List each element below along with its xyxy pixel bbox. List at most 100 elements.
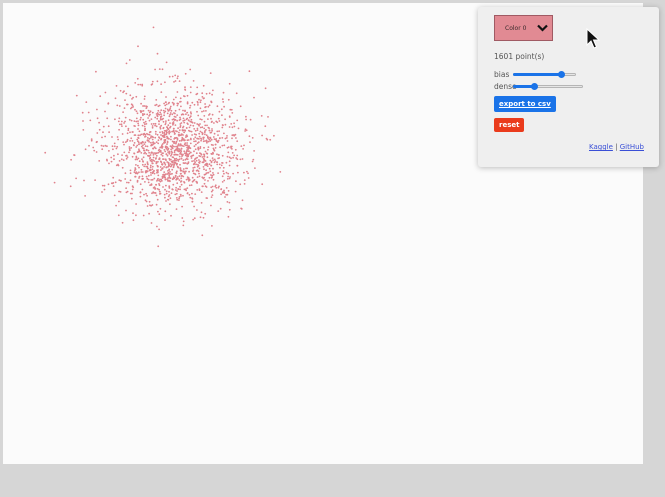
export-csv-button[interactable]: export to csv xyxy=(494,96,556,112)
data-point xyxy=(148,212,151,215)
data-point xyxy=(140,168,143,171)
data-point xyxy=(155,154,158,157)
data-point xyxy=(196,92,199,95)
data-point xyxy=(102,145,105,148)
data-point xyxy=(151,111,154,114)
data-point xyxy=(163,171,166,174)
data-point xyxy=(194,140,197,143)
data-point xyxy=(107,102,110,105)
data-point xyxy=(199,152,201,155)
data-point xyxy=(190,184,193,187)
data-point xyxy=(164,178,167,181)
data-point xyxy=(180,180,183,183)
data-point xyxy=(142,156,145,159)
data-point xyxy=(186,111,189,114)
data-point xyxy=(198,124,201,127)
data-point xyxy=(186,101,189,104)
data-point xyxy=(162,174,164,176)
data-point xyxy=(159,149,162,152)
data-point xyxy=(203,168,205,171)
data-point xyxy=(98,128,101,131)
data-point xyxy=(218,157,221,159)
bias-slider[interactable] xyxy=(513,71,576,78)
data-point xyxy=(145,192,148,195)
dense-slider[interactable] xyxy=(513,83,583,90)
data-point xyxy=(185,113,187,116)
data-point xyxy=(203,173,206,176)
data-point xyxy=(170,148,173,151)
data-point xyxy=(200,191,203,194)
data-point xyxy=(138,130,141,133)
data-point xyxy=(212,159,215,162)
color-select[interactable]: Color 0 xyxy=(494,15,553,41)
data-point xyxy=(191,198,194,200)
data-point xyxy=(177,143,180,145)
github-link[interactable]: GitHub xyxy=(620,143,644,151)
data-point xyxy=(187,119,190,121)
data-point xyxy=(158,190,161,193)
data-point xyxy=(183,143,186,146)
data-point xyxy=(144,133,147,136)
data-point xyxy=(136,112,139,115)
data-point xyxy=(220,108,223,111)
data-point xyxy=(177,127,180,130)
data-point xyxy=(236,164,239,167)
data-point xyxy=(202,216,205,219)
data-point xyxy=(185,150,188,153)
data-point xyxy=(171,156,174,159)
data-point xyxy=(225,171,228,174)
data-point xyxy=(151,165,154,168)
data-point xyxy=(165,153,168,156)
data-point xyxy=(168,174,171,177)
dense-slider-thumb[interactable] xyxy=(531,83,538,90)
data-point xyxy=(175,130,177,132)
data-point xyxy=(131,104,134,107)
data-point xyxy=(126,190,129,193)
data-point xyxy=(163,162,166,164)
data-point xyxy=(156,165,159,168)
data-point xyxy=(249,141,251,144)
data-point xyxy=(207,148,209,151)
data-point xyxy=(212,89,214,92)
data-point xyxy=(191,134,194,136)
data-point xyxy=(189,104,192,107)
data-point xyxy=(206,197,209,200)
data-point xyxy=(141,160,144,162)
data-point xyxy=(203,182,206,185)
data-point xyxy=(207,105,210,108)
data-point xyxy=(253,150,256,152)
kaggle-link[interactable]: Kaggle xyxy=(589,143,613,151)
data-point xyxy=(175,172,178,175)
data-point xyxy=(165,96,167,98)
link-separator: | xyxy=(615,143,618,151)
data-point xyxy=(111,145,114,148)
data-point xyxy=(180,133,183,136)
bias-label: bias xyxy=(494,70,510,79)
data-point xyxy=(141,113,144,115)
bias-slider-thumb[interactable] xyxy=(558,71,565,78)
data-point xyxy=(146,161,149,164)
data-point xyxy=(203,153,205,156)
bias-row: bias xyxy=(494,70,576,79)
data-point xyxy=(156,133,159,136)
data-point xyxy=(166,154,169,157)
data-point xyxy=(148,200,151,203)
data-point xyxy=(198,167,201,170)
data-point xyxy=(134,168,137,171)
data-point xyxy=(183,95,186,98)
data-point xyxy=(174,137,176,139)
reset-button[interactable]: reset xyxy=(494,118,525,132)
data-point xyxy=(96,117,99,120)
data-point xyxy=(151,168,154,171)
data-point xyxy=(205,110,207,112)
data-point xyxy=(176,104,179,107)
data-point xyxy=(176,145,178,148)
data-point xyxy=(168,132,171,135)
control-panel: Color 0 1601 point(s) bias dense export … xyxy=(478,7,659,167)
data-point xyxy=(181,136,184,139)
data-point xyxy=(195,152,198,155)
data-point xyxy=(151,125,154,127)
data-point xyxy=(161,132,164,135)
data-point xyxy=(253,96,255,99)
data-point xyxy=(141,178,144,180)
